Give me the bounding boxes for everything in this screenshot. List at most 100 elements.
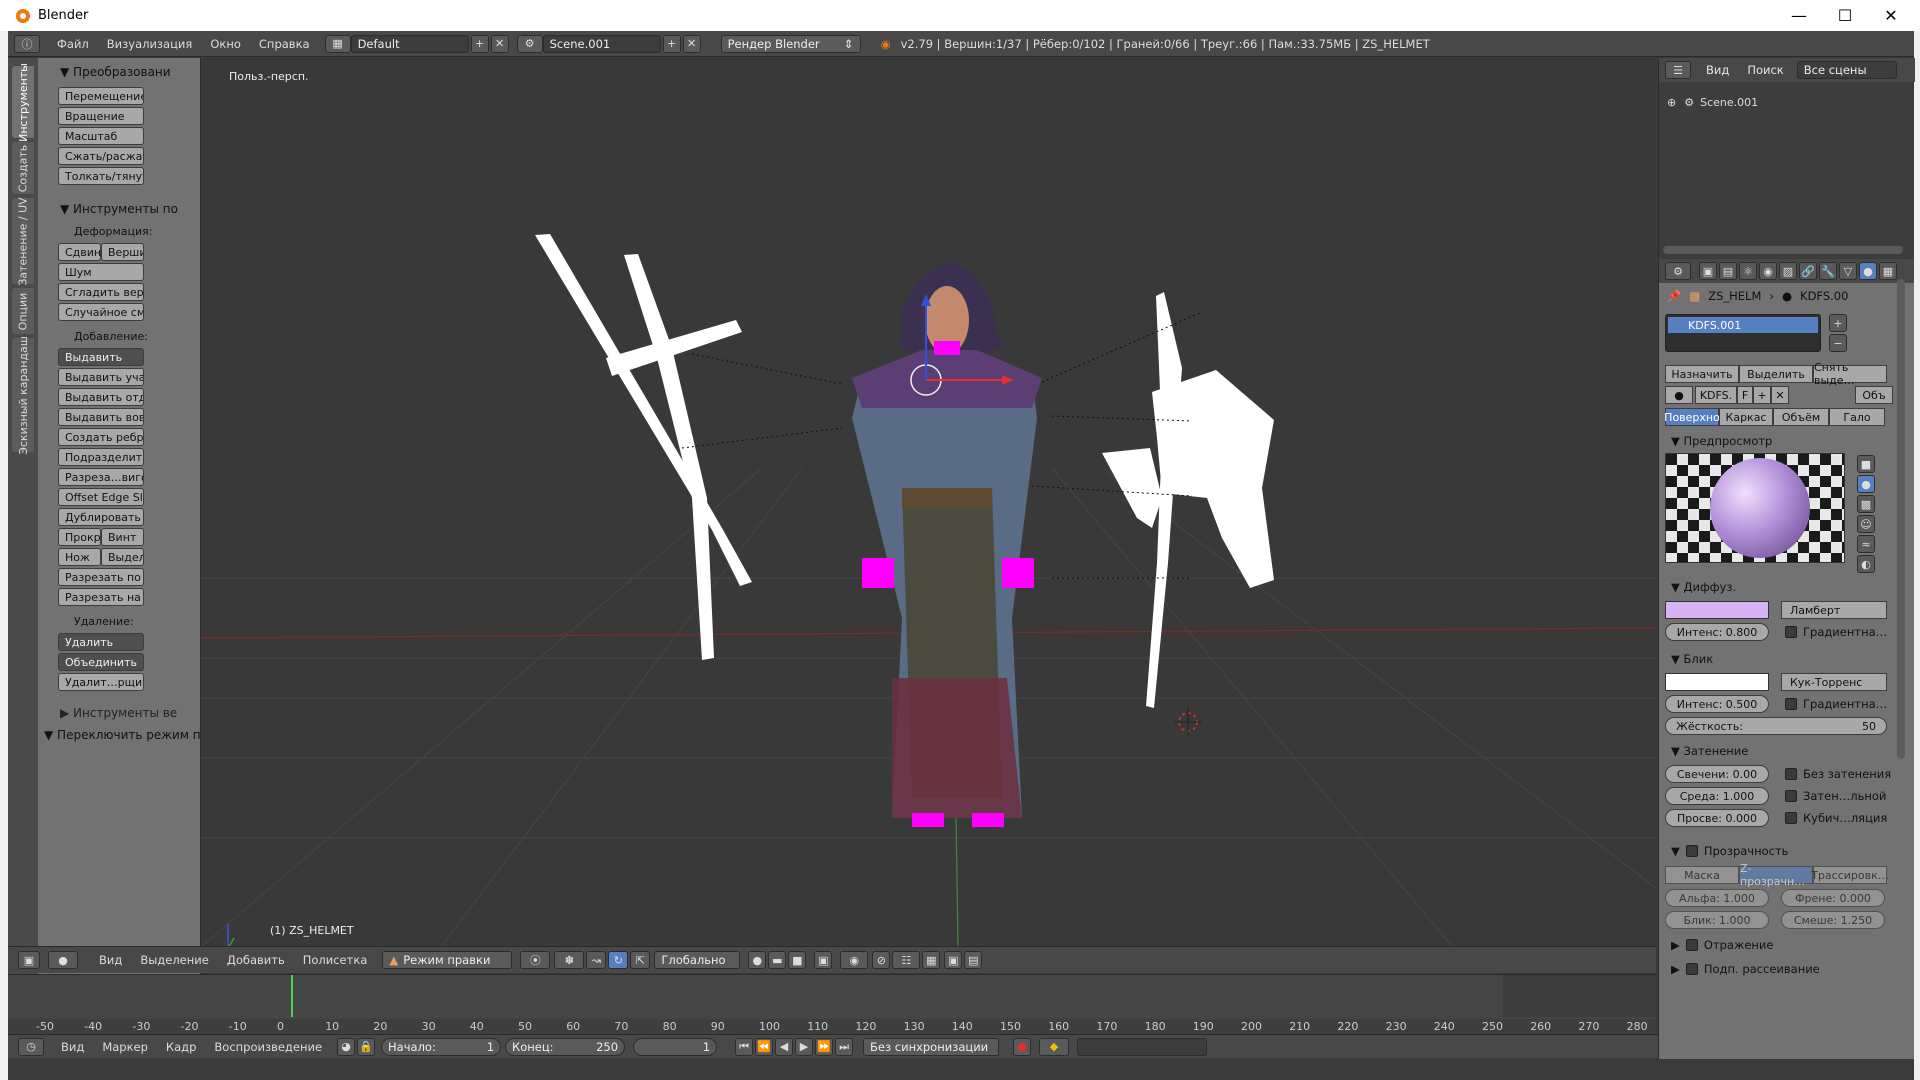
outliner-scrollbar[interactable] — [1663, 246, 1903, 254]
minimize-button[interactable]: — — [1776, 0, 1822, 31]
menu-mesh[interactable]: Полисетка — [294, 953, 377, 967]
specular-intensity-field[interactable]: Интенс: 0.500 — [1665, 695, 1769, 713]
diffuse-panel-title[interactable]: ▼ Диффуз. — [1671, 580, 1736, 594]
translate-button[interactable]: Перемещение — [58, 87, 144, 105]
sync-select[interactable]: Без синхронизации — [863, 1037, 1000, 1056]
duplicate-button[interactable]: Дублировать — [58, 508, 144, 526]
world-tab-icon[interactable]: ◉ — [1759, 262, 1777, 280]
edge-select-icon[interactable]: ▬ — [768, 951, 787, 969]
timeline[interactable]: -50 -40 -30 -20 -10 0 10 20 30 40 50 60 70 80 90 100 110… — [8, 974, 1656, 1035]
inset-button[interactable]: Выдавить вовн… — [58, 408, 144, 426]
wire-tab[interactable]: Каркас — [1719, 408, 1773, 426]
scene-field[interactable]: Scene.001 — [542, 34, 661, 53]
cubic-interp-checkbox[interactable] — [1785, 812, 1797, 824]
fresnel-field[interactable]: Френе: 0.000 — [1781, 889, 1885, 907]
knife-button[interactable]: Нож — [58, 548, 101, 566]
delete-menu[interactable]: Удалить — [58, 633, 144, 651]
render-engine-select[interactable]: Рендер Blender ⇕ — [720, 34, 861, 53]
outliner-filter-select[interactable]: Все сцены — [1796, 61, 1897, 79]
material-browse-icon[interactable]: ● — [1665, 386, 1693, 404]
remove-slot-button[interactable]: − — [1829, 334, 1847, 352]
add-scene-button[interactable]: + — [662, 34, 681, 53]
tab-shading-uv[interactable]: Затенение / UV — [12, 197, 34, 285]
translucency-field[interactable]: Просве: 0.000 — [1665, 809, 1769, 827]
specular-color-swatch[interactable] — [1665, 673, 1769, 691]
hardness-field[interactable]: Жёсткость: 50 — [1665, 717, 1887, 735]
specular-ramp-checkbox[interactable] — [1785, 698, 1797, 710]
material-tab-icon[interactable]: ● — [1859, 262, 1877, 280]
preview-cube-icon[interactable]: ▩ — [1857, 495, 1875, 513]
remove-scene-button[interactable]: ✕ — [682, 34, 701, 53]
diffuse-shader-select[interactable]: Ламберт — [1781, 601, 1887, 619]
snap-icon[interactable]: ⊘ — [872, 951, 891, 969]
lock-icon[interactable]: 🔒 — [357, 1037, 376, 1056]
editor-type-3d-icon[interactable]: ▣ — [18, 951, 40, 969]
occlude-geometry-icon[interactable]: ▣ — [814, 951, 833, 969]
loop-cut-slide-button[interactable]: Разреза…вигом — [58, 468, 144, 486]
knife-select-button[interactable]: Выдели — [101, 548, 144, 566]
assign-button[interactable]: Назначить — [1665, 365, 1739, 383]
slide-edge-button[interactable]: Сдвину — [58, 243, 101, 261]
menu-view[interactable]: Вид — [90, 953, 131, 967]
preview-flat-icon[interactable]: ■ — [1857, 455, 1875, 473]
sss-panel-title[interactable]: ▶ Подп. рассеивание — [1671, 962, 1820, 976]
extrude-individual-button[interactable]: Выдавить отде… — [58, 388, 144, 406]
randomize-button[interactable]: Случайное сме… — [58, 303, 144, 321]
shrink-fatten-button[interactable]: Сжать/расжать — [58, 147, 144, 165]
panel-vertex-tools-title[interactable]: ▶ Инструменты ве — [60, 706, 177, 720]
transp-ztransp-tab[interactable]: Z-прозрачн… — [1739, 862, 1813, 888]
start-frame-field[interactable]: Начало: 1 — [381, 1037, 502, 1056]
remove-doubles-button[interactable]: Удалит…рщины — [58, 673, 144, 691]
keying-set-icon[interactable]: ◆ — [1039, 1037, 1070, 1056]
screen-layout-field[interactable]: Default — [350, 34, 469, 53]
mirror-checkbox[interactable] — [1685, 939, 1698, 951]
menu-playback[interactable]: Воспроизведение — [205, 1040, 331, 1054]
editor-type-timeline-icon[interactable]: ◷ — [18, 1037, 44, 1056]
transparency-checkbox[interactable] — [1685, 845, 1698, 857]
transp-mask-tab[interactable]: Маска — [1665, 866, 1739, 884]
scene-tab-icon[interactable]: ⚛ — [1739, 262, 1757, 280]
push-pull-button[interactable]: Толкать/тянуть — [58, 167, 144, 185]
menu-render[interactable]: Визуализация — [98, 37, 202, 51]
current-frame-field[interactable]: 1 — [633, 1037, 718, 1056]
menu-window[interactable]: Окно — [201, 37, 250, 51]
panel-mesh-tools-title[interactable]: ▼ Инструменты по — [60, 202, 178, 216]
new-material-button[interactable]: + — [1753, 386, 1771, 404]
tab-create[interactable]: Создать — [12, 142, 34, 194]
transparency-panel-title[interactable]: ▼ Прозрачность — [1671, 844, 1788, 858]
3d-viewport[interactable]: Польз.-персп. (1) ZS_HELMET — [202, 58, 1656, 946]
object-tab-icon[interactable]: ▨ — [1779, 262, 1797, 280]
remove-layout-button[interactable]: ✕ — [490, 34, 509, 53]
menu-search[interactable]: Поиск — [1738, 63, 1792, 77]
tab-grease-pencil[interactable]: Эскизный карандаш — [12, 336, 34, 454]
transp-raytrace-tab[interactable]: Трассировк… — [1811, 866, 1889, 884]
tab-tools[interactable]: Инструменты — [12, 63, 34, 141]
offset-edge-slide-button[interactable]: Offset Edge Slide — [58, 488, 144, 506]
blend-field[interactable]: Смеше: 1.250 — [1781, 911, 1885, 929]
specular-shader-select[interactable]: Кук-Торренс — [1781, 673, 1887, 691]
menu-select[interactable]: Выделение — [131, 953, 218, 967]
properties-scrollbar[interactable] — [1897, 279, 1905, 759]
add-layout-button[interactable]: + — [470, 34, 489, 53]
jump-start-icon[interactable]: ⏮ — [735, 1037, 754, 1056]
end-frame-field[interactable]: Конец: 250 — [505, 1037, 626, 1056]
expand-icon[interactable]: ⊕ — [1667, 96, 1676, 109]
diffuse-ramp-checkbox[interactable] — [1785, 626, 1797, 638]
view-type-icon[interactable]: ● — [48, 951, 78, 969]
outliner-row-scene[interactable]: ⊕ ⚙ Scene.001 — [1667, 96, 1758, 109]
menu-add[interactable]: Добавить — [218, 953, 294, 967]
specular-alpha-field[interactable]: Блик: 1.000 — [1665, 911, 1769, 929]
material-name-field[interactable]: KDFS. — [1695, 386, 1737, 404]
manipulator-icon[interactable]: ✽ — [554, 951, 585, 969]
current-frame-line[interactable] — [291, 975, 293, 1017]
rotate-manipulator-icon[interactable]: ↻ — [608, 951, 629, 969]
alpha-field[interactable]: Альфа: 1.000 — [1665, 889, 1769, 907]
play-icon[interactable]: ▶ — [795, 1037, 814, 1056]
material-slot-list[interactable]: KDFS.001 — [1665, 314, 1821, 352]
extrude-menu[interactable]: Выдавить — [58, 348, 144, 366]
jump-keyframe-forward-icon[interactable]: ⏩ — [815, 1037, 834, 1056]
jump-keyframe-back-icon[interactable]: ⏪ — [755, 1037, 774, 1056]
record-icon[interactable]: ● — [1013, 1037, 1032, 1056]
screw-button[interactable]: Винт — [101, 528, 144, 546]
spin-button[interactable]: Прокру — [58, 528, 101, 546]
